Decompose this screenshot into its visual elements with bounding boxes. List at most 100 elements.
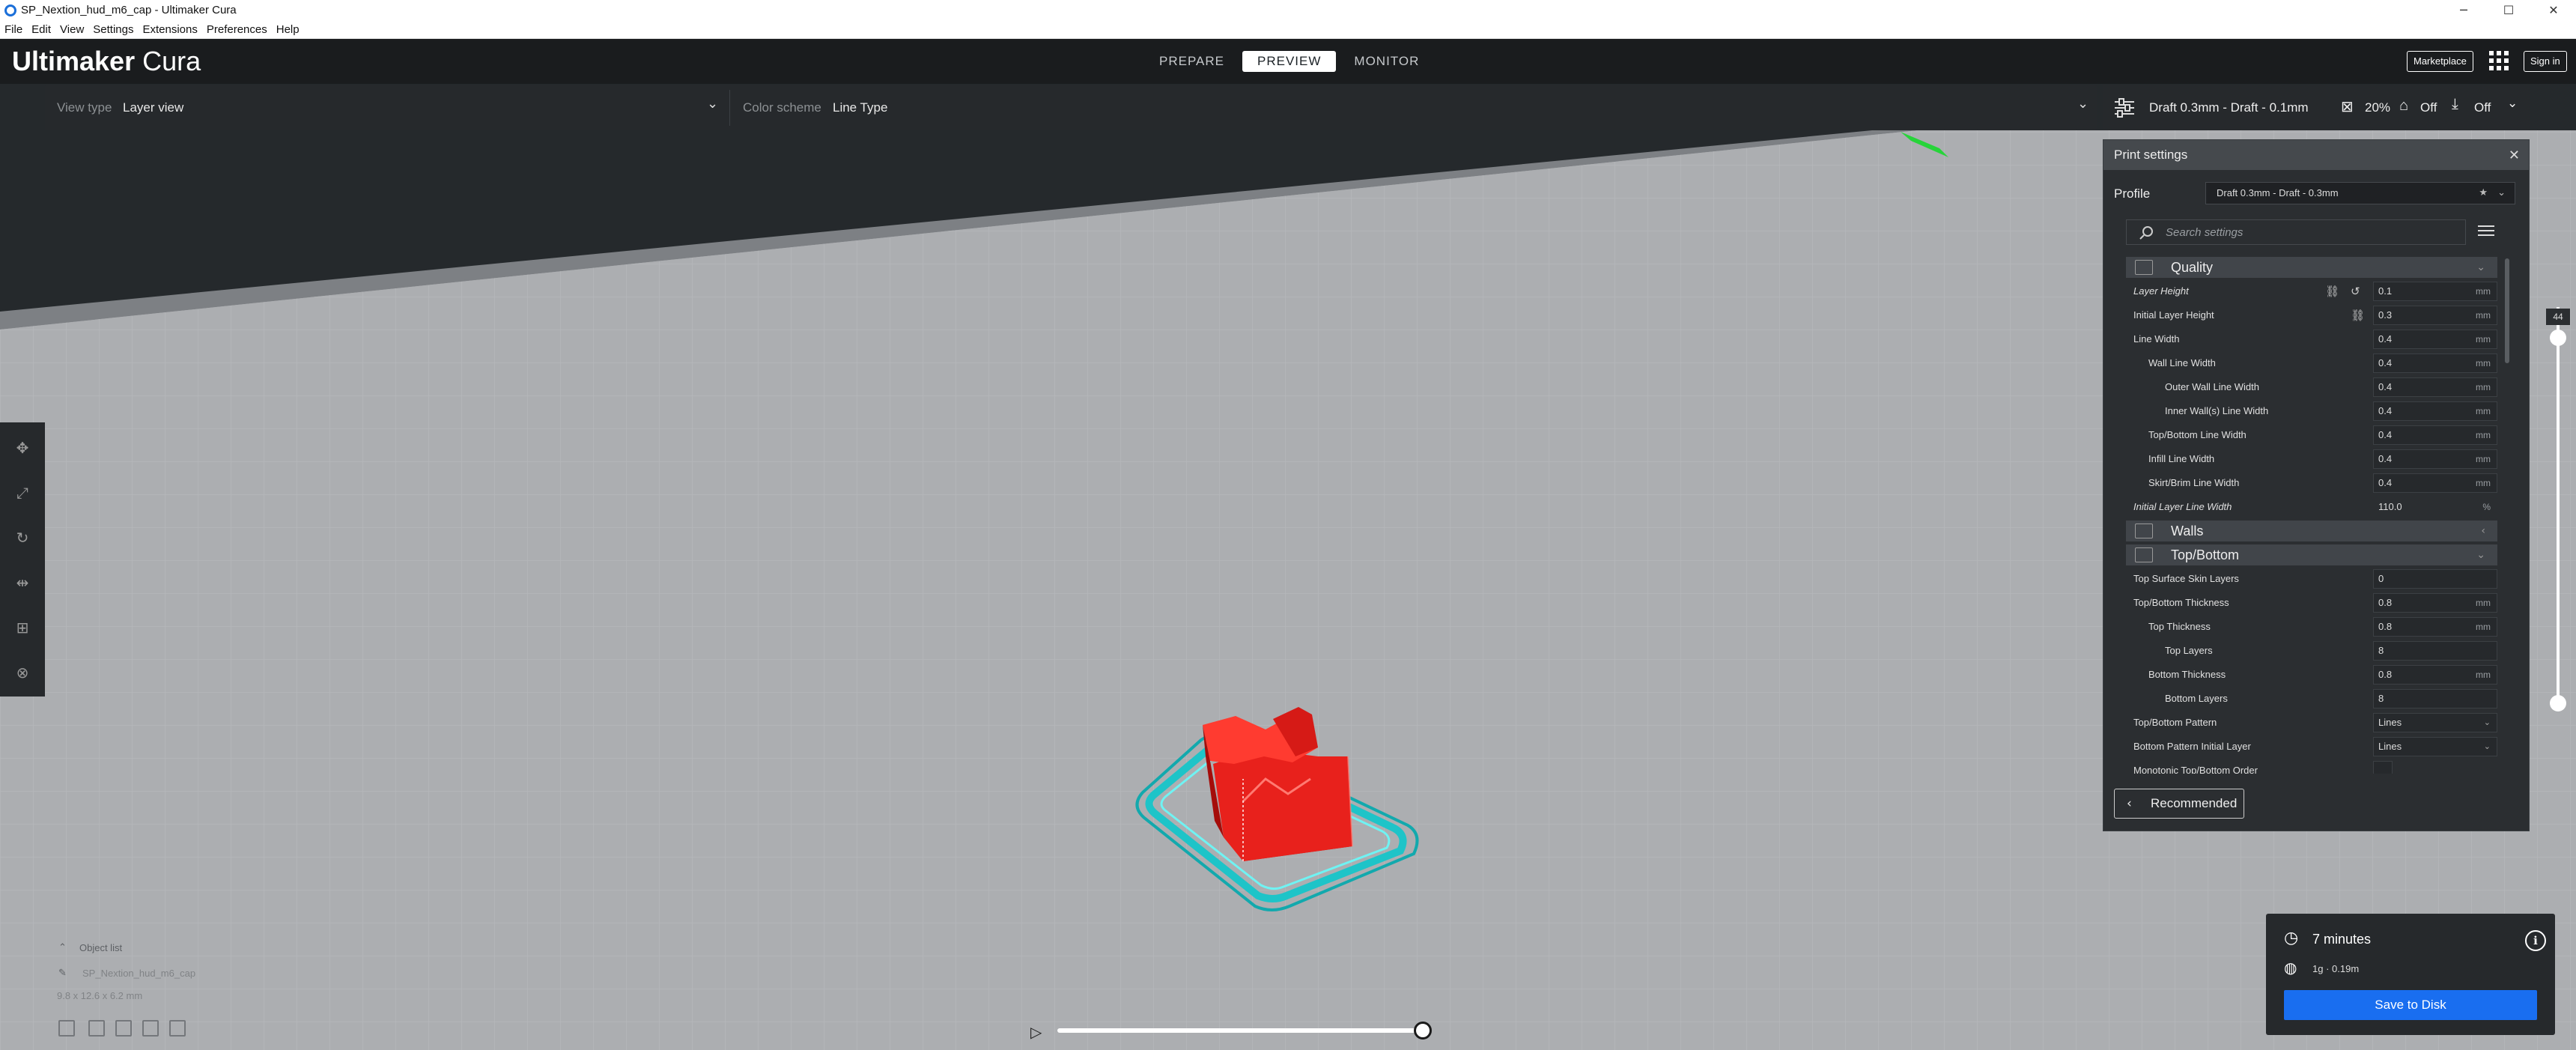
bottom-layers-input[interactable]: 8 <box>2373 689 2497 708</box>
tab-monitor[interactable]: MONITOR <box>1339 51 1434 72</box>
top-surface-skin-layers-input[interactable]: 0 <box>2373 569 2497 589</box>
chevron-down-icon: ⌄ <box>2483 717 2491 727</box>
edit-icon[interactable]: ✎ <box>58 968 67 979</box>
category-walls[interactable]: Walls ‹ <box>2126 521 2497 541</box>
menu-extensions[interactable]: Extensions <box>142 23 197 36</box>
3d-view-icon[interactable] <box>58 1020 75 1037</box>
info-icon[interactable]: i <box>2525 930 2546 951</box>
infill-line-width-input[interactable]: 0.4 mm <box>2373 449 2497 469</box>
support-icon: ⌂ <box>2399 97 2409 114</box>
view-type-chevron-down-icon[interactable]: ⌄ <box>707 96 718 112</box>
setting-row-bottom-thickness: Bottom Thickness 0.8 mm <box>2126 663 2497 687</box>
setting-row-bottom-pattern-initial-layer: Bottom Pattern Initial Layer Lines ⌄ <box>2126 735 2497 759</box>
sliders-icon <box>2115 98 2134 118</box>
cura-window: SP_Nextion_hud_m6_cap - Ultimaker Cura ─… <box>0 0 2576 1050</box>
tab-prepare[interactable]: PREPARE <box>1144 51 1239 72</box>
rotate-icon[interactable]: ↻ <box>13 529 31 547</box>
menu-settings[interactable]: Settings <box>93 23 133 36</box>
left-view-icon[interactable] <box>142 1020 159 1037</box>
menu-file[interactable]: File <box>4 23 22 36</box>
setting-row-top-surface-skin-layers: Top Surface Skin Layers 0 <box>2126 567 2497 591</box>
maximize-button[interactable]: ☐ <box>2486 0 2531 21</box>
layer-slider-upper-handle[interactable] <box>2550 330 2566 346</box>
adhesion-value: Off <box>2474 100 2491 115</box>
menu-view[interactable]: View <box>60 23 84 36</box>
sign-in-button[interactable]: Sign in <box>2524 51 2567 72</box>
menu-help[interactable]: Help <box>276 23 300 36</box>
marketplace-button[interactable]: Marketplace <box>2407 51 2473 72</box>
bottom-pattern-initial-layer-dropdown[interactable]: Lines ⌄ <box>2373 737 2497 756</box>
support-blocker-icon[interactable]: ⊗ <box>13 664 31 682</box>
monotonic-order-checkbox[interactable] <box>2373 761 2393 774</box>
top-layers-input[interactable]: 8 <box>2373 641 2497 661</box>
current-layer-number[interactable]: 44 <box>2546 309 2570 325</box>
chevron-down-icon: ⌄ <box>2507 96 2518 111</box>
top-bottom-pattern-dropdown[interactable]: Lines ⌄ <box>2373 713 2497 732</box>
initial-layer-line-width-input[interactable]: 110.0% <box>2373 497 2497 517</box>
line-width-input[interactable]: 0.4 mm <box>2373 330 2497 349</box>
simulation-path-slider[interactable] <box>1057 1028 1423 1033</box>
recommended-button[interactable]: ‹ Recommended <box>2114 789 2244 819</box>
top-bottom-line-width-input[interactable]: 0.4 mm <box>2373 425 2497 445</box>
setting-row-line-width: Line Width 0.4 mm <box>2126 327 2497 351</box>
setting-row-top-thickness: Top Thickness 0.8 mm <box>2126 615 2497 639</box>
top-bottom-thickness-input[interactable]: 0.8 mm <box>2373 593 2497 613</box>
search-settings-input[interactable]: Search settings <box>2126 219 2466 245</box>
menu-edit[interactable]: Edit <box>31 23 51 36</box>
scale-icon[interactable]: ⤢ <box>13 484 31 502</box>
layer-slider-lower-handle[interactable] <box>2550 695 2566 711</box>
view-type-value[interactable]: Layer view <box>123 100 183 115</box>
profile-dropdown[interactable]: Draft 0.3mm - Draft - 0.3mm ★ ⌄ <box>2205 182 2515 204</box>
initial-layer-height-input[interactable]: 0.3 mm <box>2373 306 2497 325</box>
print-estimate-panel: ◷ 7 minutes i ◍ 1g · 0.19m Save to Disk <box>2266 914 2555 1035</box>
layer-height-input[interactable]: 0.1 mm <box>2373 282 2497 301</box>
skirt-brim-line-width-input[interactable]: 0.4 mm <box>2373 473 2497 493</box>
wall-line-width-input[interactable]: 0.4 mm <box>2373 353 2497 373</box>
setting-row-top-layers: Top Layers 8 <box>2126 639 2497 663</box>
chevron-up-icon[interactable]: ⌃ <box>58 942 67 953</box>
chevron-left-icon: ‹ <box>2481 525 2485 537</box>
settings-scrollbar[interactable] <box>2505 258 2509 363</box>
print-time: 7 minutes <box>2312 932 2372 947</box>
category-quality[interactable]: Quality ⌄ <box>2126 257 2497 278</box>
adhesion-icon: ⤓ <box>2452 96 2458 112</box>
close-icon[interactable]: ✕ <box>2509 140 2520 170</box>
close-window-button[interactable]: ✕ <box>2531 0 2576 21</box>
color-scheme-value[interactable]: Line Type <box>833 100 887 115</box>
object-list-toggle[interactable]: Object list <box>79 942 122 953</box>
simulation-path-handle[interactable] <box>1414 1022 1432 1040</box>
reset-icon[interactable]: ↺ <box>2351 285 2360 298</box>
title-bar: SP_Nextion_hud_m6_cap - Ultimaker Cura ─… <box>0 0 2576 21</box>
minimize-button[interactable]: ─ <box>2441 0 2486 21</box>
save-to-disk-button[interactable]: Save to Disk <box>2284 990 2537 1020</box>
inner-wall-line-width-input[interactable]: 0.4 mm <box>2373 401 2497 421</box>
front-view-icon[interactable] <box>88 1020 105 1037</box>
move-icon[interactable]: ✥ <box>13 439 31 457</box>
view-type-label: View type <box>57 100 112 115</box>
mirror-icon[interactable]: ⇹ <box>13 574 31 592</box>
color-scheme-chevron-down-icon[interactable]: ⌄ <box>2077 96 2089 112</box>
chevron-down-icon: ⌄ <box>2483 741 2491 751</box>
view-toolbar-divider <box>729 90 730 126</box>
settings-list: Quality ⌄ Layer Height ⛓ ↺ 0.1 mm Initial… <box>2126 257 2497 774</box>
bottom-thickness-input[interactable]: 0.8 mm <box>2373 665 2497 685</box>
menu-preferences[interactable]: Preferences <box>207 23 267 36</box>
link-icon: ⛓ <box>2325 285 2340 298</box>
top-thickness-input[interactable]: 0.8 mm <box>2373 617 2497 637</box>
app-header: Ultimaker Cura PREPARE PREVIEW MONITOR M… <box>0 39 2576 84</box>
setting-row-layer-height: Layer Height ⛓ ↺ 0.1 mm <box>2126 279 2497 303</box>
object-name: SP_Nextion_hud_m6_cap <box>82 968 196 979</box>
outer-wall-line-width-input[interactable]: 0.4 mm <box>2373 377 2497 397</box>
tab-preview[interactable]: PREVIEW <box>1242 51 1337 72</box>
play-icon[interactable]: ▷ <box>1030 1023 1042 1041</box>
print-settings-title: Print settings <box>2103 140 2529 170</box>
layer-slider-track[interactable] <box>2557 307 2560 704</box>
print-setup-selector[interactable]: Draft 0.3mm - Draft - 0.1mm ⊠ 20% ⌂ Off … <box>2103 85 2530 130</box>
active-profile-name: Draft 0.3mm - Draft - 0.1mm <box>2149 100 2309 115</box>
right-view-icon[interactable] <box>169 1020 186 1037</box>
per-model-settings-icon[interactable]: ⊞ <box>13 619 31 637</box>
category-top-bottom[interactable]: Top/Bottom ⌄ <box>2126 544 2497 565</box>
settings-menu-icon[interactable] <box>2478 222 2496 240</box>
top-view-icon[interactable] <box>115 1020 132 1037</box>
apps-grid-icon[interactable] <box>2489 51 2509 70</box>
